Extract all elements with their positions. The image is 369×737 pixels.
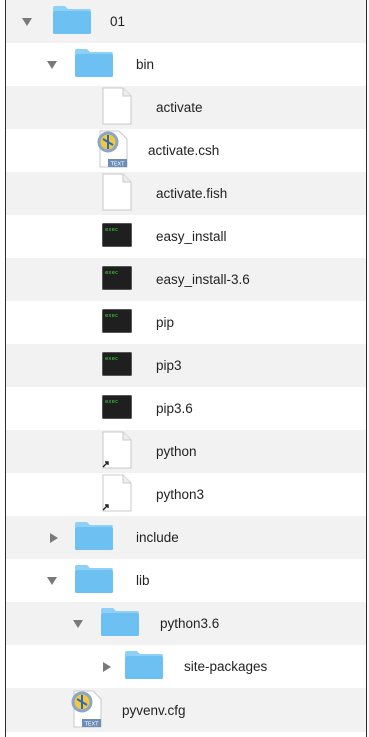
folder-icon xyxy=(124,650,164,683)
text-badge: TEXT xyxy=(110,162,126,168)
list-row-activate-csh[interactable]: TEXT activate.csh xyxy=(6,129,366,172)
list-row-bin[interactable]: bin xyxy=(6,43,366,86)
folder-name: include xyxy=(136,530,179,545)
disclosure-collapsed-icon[interactable] xyxy=(49,532,59,543)
list-row-01[interactable]: 01 xyxy=(6,0,366,43)
folder-name: lib xyxy=(136,573,150,588)
file-name: python xyxy=(156,444,197,459)
disclosure-expanded-icon[interactable] xyxy=(22,17,32,27)
folder-icon xyxy=(74,564,114,597)
list-row-site-packages[interactable]: site-packages xyxy=(6,645,366,688)
list-row-activate-fish[interactable]: activate.fish xyxy=(6,172,366,215)
file-name: pip3 xyxy=(156,358,182,373)
disclosure-expanded-icon[interactable] xyxy=(47,60,57,70)
folder-icon xyxy=(52,5,92,38)
list-row-pip36[interactable]: exec pip3.6 xyxy=(6,387,366,430)
terminal-exec-icon: exec xyxy=(102,266,132,293)
terminal-exec-icon: exec xyxy=(102,352,132,379)
disclosure-expanded-icon[interactable] xyxy=(73,619,83,629)
list-row-include[interactable]: include xyxy=(6,516,366,559)
document-icon xyxy=(102,87,132,128)
text-document-icon: TEXT xyxy=(95,129,129,172)
list-row-pip3[interactable]: exec pip3 xyxy=(6,344,366,387)
list-row-pyvenv-cfg[interactable]: TEXT pyvenv.cfg xyxy=(6,688,366,732)
exec-label: exec xyxy=(105,313,118,319)
list-row-python3[interactable]: python3 xyxy=(6,473,366,516)
file-name: easy_install xyxy=(156,229,227,244)
text-badge: TEXT xyxy=(84,721,100,727)
list-row-pip[interactable]: exec pip xyxy=(6,301,366,344)
folder-name: bin xyxy=(136,57,155,72)
list-row-easy-install-36[interactable]: exec easy_install-3.6 xyxy=(6,258,366,301)
terminal-exec-icon: exec xyxy=(102,395,132,422)
file-name: activate.csh xyxy=(148,143,220,158)
list-row-activate[interactable]: activate xyxy=(6,86,366,129)
file-name: pip3.6 xyxy=(156,401,193,416)
file-name: activate xyxy=(156,100,203,115)
file-name: pyvenv.cfg xyxy=(122,702,186,718)
file-name: activate.fish xyxy=(156,186,228,201)
folder-icon xyxy=(74,48,114,81)
list-row-easy-install[interactable]: exec easy_install xyxy=(6,215,366,258)
exec-label: exec xyxy=(105,399,118,405)
folder-icon xyxy=(100,607,140,640)
exec-label: exec xyxy=(105,270,118,276)
text-document-icon: TEXT xyxy=(69,689,103,732)
file-name: pip xyxy=(156,315,175,330)
alias-document-icon xyxy=(102,431,132,472)
terminal-exec-icon: exec xyxy=(102,223,132,250)
folder-name: site-packages xyxy=(184,659,268,674)
file-name: easy_install-3.6 xyxy=(156,272,250,287)
folder-icon xyxy=(74,521,114,554)
finder-list-view: 01 bin activate TEXT activate.csh activa… xyxy=(5,0,367,737)
file-name: python3 xyxy=(156,487,205,502)
exec-label: exec xyxy=(105,356,118,362)
disclosure-expanded-icon[interactable] xyxy=(47,576,57,586)
folder-name: 01 xyxy=(110,14,126,29)
list-row-python36[interactable]: python3.6 xyxy=(6,602,366,645)
exec-label: exec xyxy=(105,227,118,233)
document-icon xyxy=(102,173,132,214)
list-row-python[interactable]: python xyxy=(6,430,366,473)
disclosure-collapsed-icon[interactable] xyxy=(102,661,112,672)
list-row-lib[interactable]: lib xyxy=(6,559,366,602)
terminal-exec-icon: exec xyxy=(102,309,132,336)
folder-name: python3.6 xyxy=(160,616,220,631)
alias-document-icon xyxy=(102,474,132,515)
